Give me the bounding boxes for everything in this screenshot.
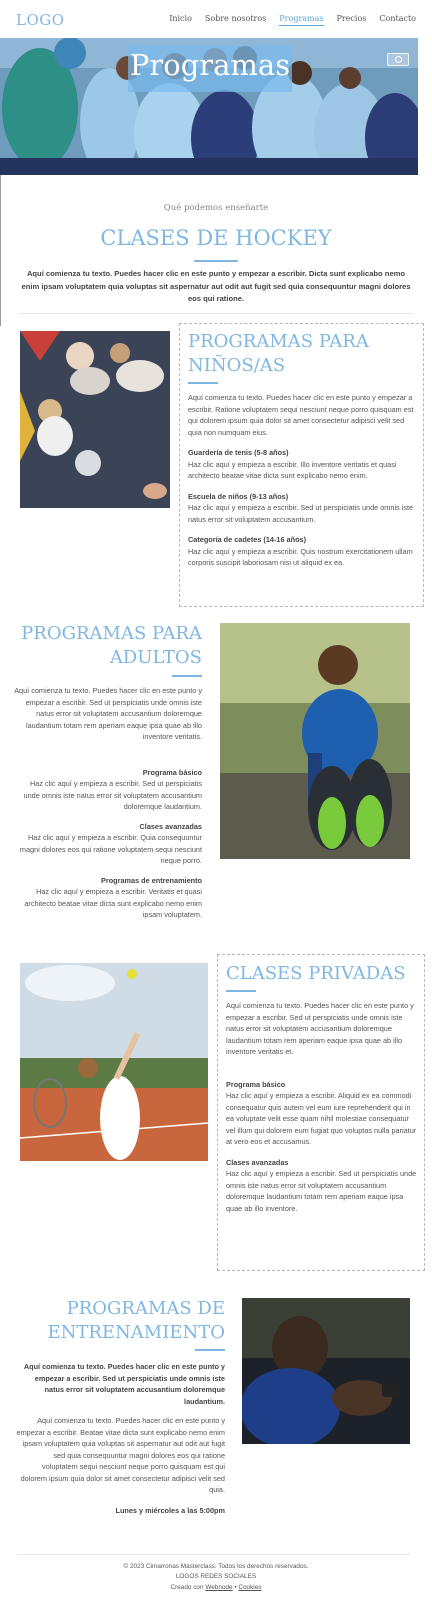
adults-item-heading: Programas de entrenamiento [101, 875, 202, 885]
adults-title-underline [172, 675, 202, 677]
main-nav: Inicio Sobre nosotros Programas Precios … [169, 14, 416, 26]
footer-credits: Creado con Webnode • Cookies [0, 1584, 432, 1591]
kids-photo [20, 331, 170, 508]
footer-created-prefix: Creado con [170, 1584, 204, 1591]
private-title: CLASES PRIVADAS [226, 963, 406, 984]
hero-settings-button[interactable] [387, 53, 409, 66]
footer-copyright: © 2023 Cimarronas Masterclass. Todos los… [123, 1563, 309, 1570]
private-text: Aquí comienza tu texto. Puedes hacer cli… [226, 1001, 414, 1056]
training-title-underline [195, 1349, 225, 1351]
adults-item-heading: Programa básico [142, 767, 202, 777]
training-text: Aquí comienza tu texto. Puedes hacer cli… [16, 1416, 225, 1494]
private-title-underline [226, 990, 256, 992]
webnode-link[interactable]: Webnode [205, 1584, 232, 1591]
training-schedule: Lunes y miércoles a las 5:00pm [115, 1505, 225, 1515]
footer-divider [18, 1554, 410, 1555]
private-photo [20, 963, 208, 1161]
hero-title: Programas [129, 48, 291, 82]
private-item-text: Haz clic aquí y empieza a escribir. Aliq… [226, 1091, 417, 1146]
intro-subtitle: Qué podemos enseñarte [163, 203, 269, 213]
section-divider [18, 313, 414, 314]
kids-programs-box: PROGRAMAS PARA NIÑOS/AS Aquí comienza tu… [179, 323, 424, 607]
kids-item-heading: Categoría de cadetes (14-16 años) [188, 535, 307, 544]
kids-title: PROGRAMAS PARA NIÑOS/AS [188, 331, 369, 376]
adults-title: PROGRAMAS PARA ADULTOS [21, 623, 202, 668]
circle-icon [395, 56, 402, 63]
kids-item-heading: Guardería de tenis (5-8 años) [188, 448, 289, 457]
training-photo [242, 1298, 410, 1444]
kids-text: Aquí comienza tu texto. Puedes hacer cli… [188, 393, 414, 437]
adults-section: PROGRAMAS PARA ADULTOS Aquí comienza tu … [14, 622, 202, 921]
kids-image [20, 331, 170, 508]
kids-item-text: Haz clic aquí y empieza a escribir. Illo… [188, 459, 397, 481]
nav-inicio[interactable]: Inicio [169, 14, 192, 26]
training-title: PROGRAMAS DE ENTRENAMIENTO [47, 1298, 225, 1343]
adults-text: Aquí comienza tu texto. Puedes hacer cli… [14, 686, 202, 741]
nav-programas[interactable]: Programas [279, 14, 324, 26]
kids-item-text: Haz clic aquí y empieza a escribir. Quis… [188, 546, 413, 568]
cookies-link[interactable]: Cookies [238, 1584, 261, 1591]
kids-item-heading: Escuela de niños (9-13 años) [188, 491, 289, 501]
athlete-image [242, 1298, 410, 1444]
adults-item-text: Haz clic aquí y empieza a escribir. Sed … [23, 779, 202, 811]
private-item-heading: Programa básico [226, 1079, 286, 1089]
tennis-player-image [20, 963, 208, 1161]
title-underline [194, 260, 238, 262]
private-item-heading: Clases avanzadas [226, 1157, 289, 1167]
adults-item-text: Haz clic aquí y empieza a escribir. Quia… [19, 833, 202, 865]
adults-photo [220, 623, 410, 859]
kids-item-text: Haz clic aquí y empieza a escribir. Sed … [188, 503, 414, 524]
adults-item-text: Haz clic aquí y empieza a escribir. Veri… [24, 887, 202, 919]
training-lead: Aquí comienza tu texto. Puedes hacer cli… [23, 1362, 225, 1406]
private-item-text: Haz clic aquí y empieza a escribir. Sed … [226, 1169, 417, 1213]
footer-separator: • [234, 1584, 237, 1591]
nav-contacto[interactable]: Contacto [379, 14, 416, 26]
adults-item-heading: Clases avanzadas [139, 821, 202, 831]
site-logo[interactable]: LOGO [16, 11, 65, 29]
footer-social: LOGOS REDES SOCIALES [175, 1573, 257, 1580]
intro-text: Aquí comienza tu texto. Puedes hacer cli… [21, 269, 411, 303]
kids-title-underline [188, 382, 218, 384]
runner-image [220, 623, 410, 859]
private-classes-box: CLASES PRIVADAS Aquí comienza tu texto. … [217, 954, 425, 1271]
intro-title: CLASES DE HOCKEY [100, 226, 332, 250]
nav-precios[interactable]: Precios [337, 14, 367, 26]
nav-sobre-nosotros[interactable]: Sobre nosotros [205, 14, 266, 26]
training-section: PROGRAMAS DE ENTRENAMIENTO Aquí comienza… [16, 1297, 225, 1516]
site-header: LOGO Inicio Sobre nosotros Programas Pre… [0, 0, 432, 38]
